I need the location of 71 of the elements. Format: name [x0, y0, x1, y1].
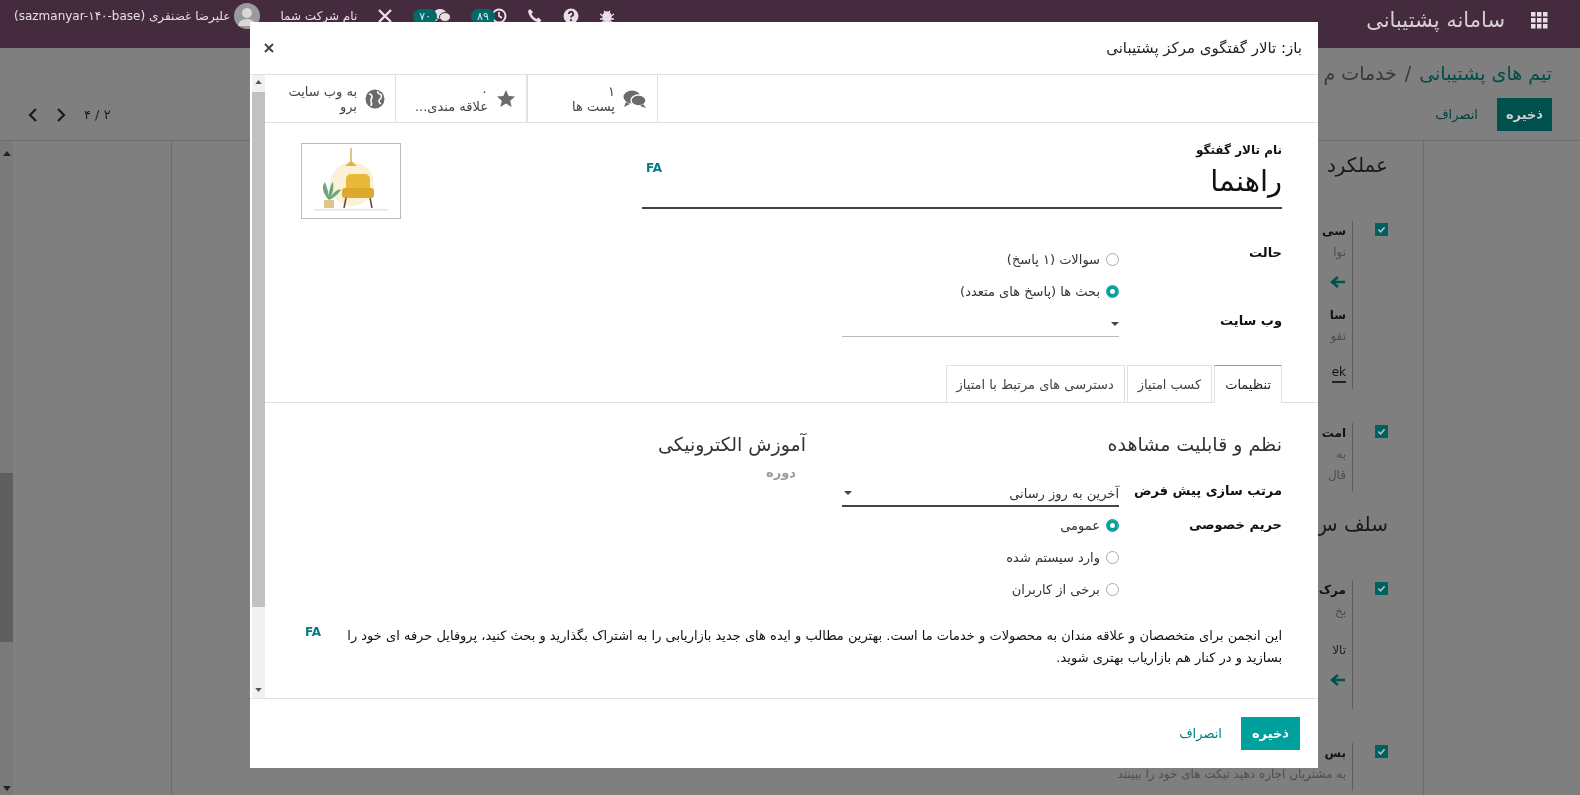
radio-label[interactable]: برخی از کاربران	[1011, 581, 1100, 597]
breadcrumb-current: خدمات م	[1323, 62, 1397, 84]
tab[interactable]: دسترسی های مرتبط با امتیاز	[945, 365, 1125, 402]
setting-title: مرک	[1318, 582, 1346, 599]
user-menu[interactable]: علیرضا غضنفری (sazmanyar-۱۴۰-base)	[14, 9, 231, 23]
radio-button[interactable]	[1106, 550, 1119, 564]
checkbox[interactable]	[1375, 425, 1388, 438]
discard-button[interactable]: انصراف	[1168, 717, 1233, 750]
phone-icon[interactable]	[526, 8, 543, 24]
scrollbar[interactable]	[252, 75, 265, 698]
check-icon	[1377, 427, 1386, 436]
chevron-right-icon[interactable]	[56, 107, 66, 122]
scroll-up-icon[interactable]	[255, 80, 262, 84]
tab[interactable]: کسب امتیاز	[1126, 365, 1213, 402]
radio-label[interactable]: بحث ها (پاسخ های متعدد)	[960, 283, 1100, 299]
tab[interactable]: تنظیمات	[1214, 365, 1282, 403]
comments-icon	[623, 88, 647, 109]
setting-title: امت	[1321, 425, 1346, 442]
close-icon[interactable]	[264, 43, 274, 53]
radio-label[interactable]: سوالات (۱ پاسخ)	[1006, 251, 1100, 267]
radio-label[interactable]: وارد سیستم شده	[1006, 549, 1100, 565]
scroll-down-icon[interactable]	[2, 786, 11, 791]
field-label: نام تالار گفتگو	[1194, 143, 1282, 157]
radio-button[interactable]	[1106, 582, 1119, 596]
pager-value[interactable]: ۲ / ۴	[84, 107, 111, 122]
setting-label: تالا	[1332, 642, 1346, 659]
check-icon	[1377, 225, 1386, 234]
field-label: وب سایت	[1219, 312, 1282, 330]
stat-button[interactable]: ۱ پست ها	[527, 75, 658, 122]
scroll-down-icon[interactable]	[255, 688, 262, 692]
setting-title: بس	[1324, 745, 1346, 762]
setting-title: سی	[1322, 223, 1346, 240]
radio-label[interactable]: عمومی	[1060, 517, 1100, 533]
field-label: حالت	[1248, 244, 1282, 262]
scroll-up-icon[interactable]	[2, 151, 11, 156]
language-button[interactable]: FA	[646, 161, 663, 175]
star-icon	[496, 88, 516, 109]
checkbox[interactable]	[1375, 745, 1388, 758]
setting-title: سا	[1329, 307, 1346, 324]
radio-button[interactable]	[1106, 518, 1119, 532]
check-icon	[1377, 747, 1386, 756]
radio-button[interactable]	[1106, 252, 1119, 266]
checkbox[interactable]	[1375, 223, 1388, 236]
company-switcher[interactable]: نام شرکت شما	[280, 9, 358, 23]
caret-icon	[844, 491, 852, 495]
radio-button[interactable]	[1106, 284, 1119, 298]
description-text[interactable]: این انجمن برای متخصصان و علاقه مندان به محصولات و خدمات ما است. بهترین مطالب و ایده های جدید بازاریابی را به اشتراک بگذارید و بحث کنید، پروفایل حرفه ای خود را بسازید و در کنار هم بازاریاب بهتری شوید.	[335, 625, 1282, 669]
field-label: حریم خصوصی	[1187, 516, 1282, 534]
language-button[interactable]: FA	[305, 625, 322, 639]
menu-icon[interactable]	[1531, 11, 1548, 29]
arrow-left-icon[interactable]	[1330, 275, 1346, 289]
field-label: مرتب سازی پیش فرض	[1132, 482, 1282, 500]
setting-field[interactable]: ek	[1331, 365, 1346, 383]
save-button[interactable]: ذخیره	[1496, 98, 1552, 131]
checkbox[interactable]	[1375, 582, 1388, 595]
help-icon[interactable]	[562, 8, 579, 24]
app-title[interactable]: سامانه پشتیبانی	[1366, 8, 1505, 32]
bug-icon[interactable]	[598, 8, 615, 24]
dialog-title: باز: تالار گفتگوی مرکز پشتیبانی	[1106, 39, 1302, 57]
chevron-left-icon[interactable]	[28, 107, 38, 122]
sort-dropdown[interactable]: آخرین به روز رسانی	[842, 481, 1119, 507]
scrollbar[interactable]	[0, 141, 13, 795]
breadcrumb-separator: /	[1404, 62, 1412, 84]
section-heading: عملکرد	[1326, 153, 1388, 179]
globe-icon	[365, 88, 385, 109]
arrow-left-icon[interactable]	[1330, 673, 1346, 687]
field-label: دوره	[765, 465, 797, 480]
group-heading: آموزش الکترونیکی	[657, 432, 806, 457]
caret-icon	[1111, 321, 1119, 326]
check-icon	[1377, 584, 1386, 593]
group-heading: نظم و قابلیت مشاهده	[1106, 432, 1282, 457]
